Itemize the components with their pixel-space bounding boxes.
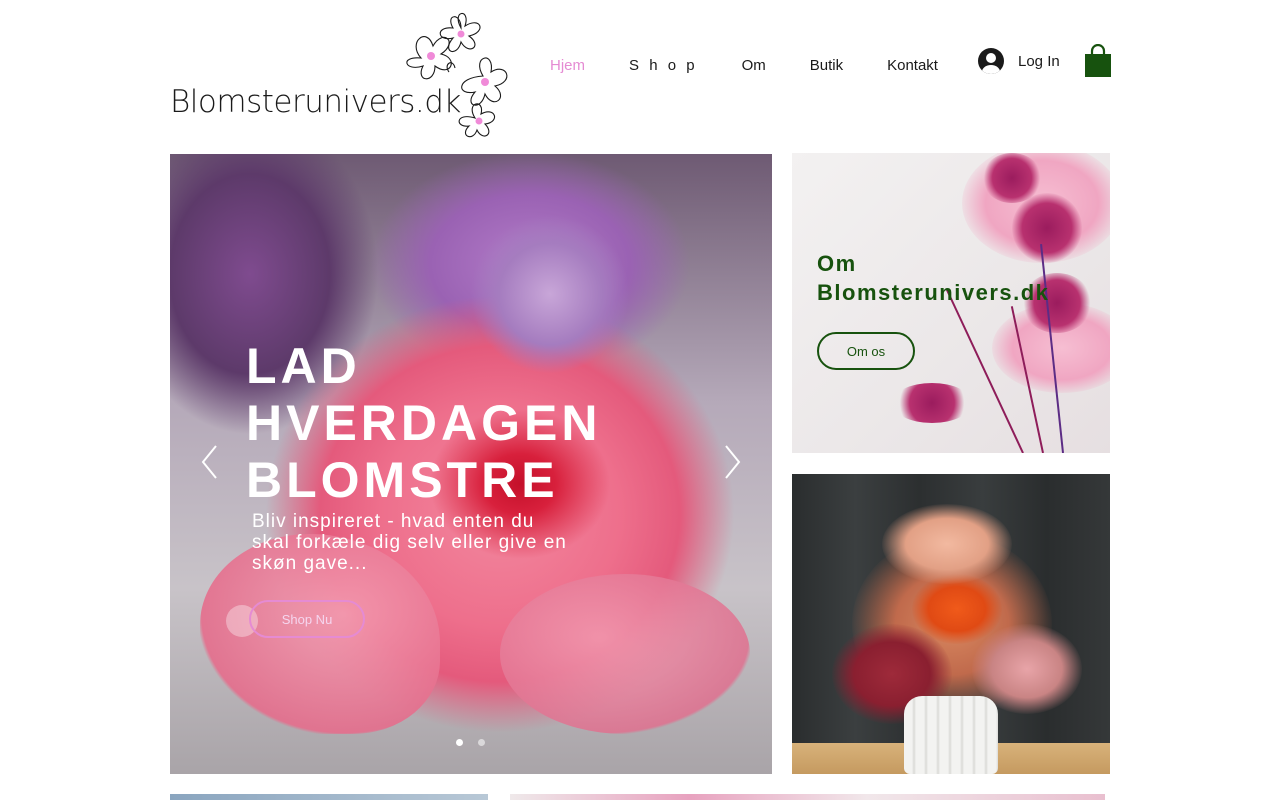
hero-title-line: HVERDAGEN (246, 395, 602, 451)
hero-subtitle: Bliv inspireret - hvad enten du skal for… (252, 511, 567, 574)
hero-title: LAD HVERDAGEN BLOMSTRE (246, 338, 601, 509)
nav-item-hjem[interactable]: Hjem (528, 51, 607, 80)
nav-item-butik[interactable]: Butik (788, 51, 865, 80)
login-label: Log In (1018, 52, 1060, 70)
shop-now-button[interactable]: Shop Nu (249, 600, 365, 638)
slide-next-button[interactable] (722, 444, 742, 480)
hero-title-line: BLOMSTRE (246, 452, 559, 508)
dried-flower-image (892, 383, 972, 423)
user-avatar-icon (978, 48, 1004, 74)
flower-logo-icon (406, 12, 508, 138)
slide-dot-1[interactable] (456, 739, 463, 746)
site-logo[interactable]: Blomsterunivers.dk (166, 6, 518, 146)
about-title-line: Om (817, 251, 857, 276)
chevron-left-icon (201, 445, 217, 479)
hero-title-line: LAD (246, 338, 361, 394)
vase-image (904, 696, 998, 774)
slide-dot-2[interactable] (478, 739, 485, 746)
about-card: Om Blomsterunivers.dk Om os (792, 153, 1110, 453)
about-title: Om Blomsterunivers.dk (817, 249, 1049, 307)
about-title-line: Blomsterunivers.dk (817, 280, 1050, 305)
site-header: Blomsterunivers.dk Hjem S h o p Om Butik… (0, 0, 1280, 150)
cart-button[interactable] (1084, 43, 1112, 78)
hero-slideshow: LAD HVERDAGEN BLOMSTRE Bliv inspireret -… (170, 154, 772, 774)
shopping-bag-icon (1085, 43, 1111, 77)
bouquet-image (882, 504, 1012, 584)
gallery-image (170, 794, 488, 800)
slide-indicators (456, 739, 485, 746)
petal-image (500, 574, 750, 734)
chevron-right-icon (725, 445, 741, 479)
about-us-button[interactable]: Om os (817, 332, 915, 370)
nav-item-om[interactable]: Om (720, 51, 788, 80)
nav-item-shop[interactable]: S h o p (607, 51, 720, 80)
login-button[interactable]: Log In (978, 48, 1060, 74)
bouquet-photo (792, 474, 1110, 774)
nav-item-kontakt[interactable]: Kontakt (865, 51, 960, 80)
main-nav: Hjem S h o p Om Butik Kontakt (528, 50, 960, 80)
slide-prev-button[interactable] (200, 444, 220, 480)
gallery-image (510, 794, 1105, 800)
